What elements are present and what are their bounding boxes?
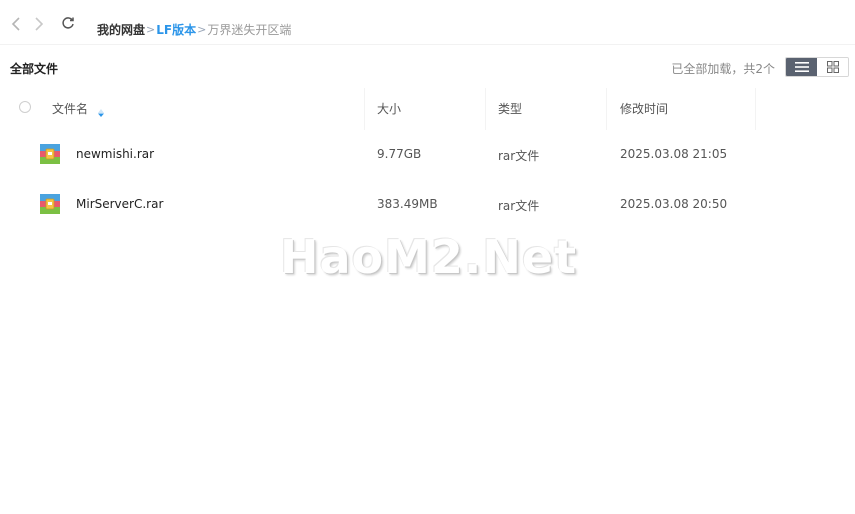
- breadcrumb-folder-lf[interactable]: LF版本: [156, 21, 196, 38]
- grid-view-icon: [826, 61, 839, 73]
- column-divider[interactable]: [755, 88, 756, 130]
- top-nav-bar: 我的网盘 > LF版本 > 万界迷失开区端: [0, 0, 855, 45]
- breadcrumb-separator: >: [146, 22, 156, 36]
- load-status-text: 已全部加载，共2个: [671, 62, 775, 76]
- table-row[interactable]: MirServerC.rar 383.49MB rar文件 2025.03.08…: [0, 180, 855, 230]
- file-toolbar: 全部文件 已全部加载，共2个: [0, 50, 855, 86]
- list-view-icon: [794, 62, 809, 72]
- breadcrumb-current: 万界迷失开区端: [207, 22, 292, 37]
- breadcrumb-root[interactable]: 我的网盘: [97, 21, 145, 38]
- file-modified-time: 2025.03.08 21:05: [620, 147, 728, 161]
- column-divider[interactable]: [606, 88, 607, 130]
- column-divider[interactable]: [485, 88, 486, 130]
- breadcrumb-separator: >: [197, 22, 207, 36]
- netdisk-file-list-page: 我的网盘 > LF版本 > 万界迷失开区端 全部文件 已全部加载，共2个 文件名…: [0, 0, 855, 514]
- file-type: rar文件: [498, 149, 540, 163]
- rar-archive-icon: [39, 193, 61, 215]
- rar-archive-icon: [39, 143, 61, 165]
- table-row[interactable]: newmishi.rar 9.77GB rar文件 2025.03.08 21:…: [0, 130, 855, 180]
- chevron-right-icon[interactable]: [33, 17, 45, 31]
- view-mode-toggle: [785, 57, 849, 77]
- file-table-header: 文件名 大小 类型 修改时间: [0, 88, 855, 130]
- file-name[interactable]: newmishi.rar: [76, 147, 154, 161]
- file-name[interactable]: MirServerC.rar: [76, 197, 163, 211]
- breadcrumb: 我的网盘 > LF版本 > 万界迷失开区端: [97, 20, 291, 38]
- column-header-size[interactable]: 大小: [377, 100, 401, 117]
- sort-arrow-icon[interactable]: [97, 103, 105, 122]
- file-modified-time: 2025.03.08 20:50: [620, 197, 728, 211]
- column-header-name[interactable]: 文件名: [52, 100, 88, 117]
- column-header-modified[interactable]: 修改时间: [620, 100, 668, 117]
- watermark-text: HaoM2.Net: [280, 230, 578, 284]
- chevron-left-icon[interactable]: [10, 17, 22, 31]
- file-size: 383.49MB: [377, 197, 438, 211]
- column-header-type[interactable]: 类型: [498, 100, 522, 117]
- file-size: 9.77GB: [377, 147, 422, 161]
- select-all-checkbox[interactable]: [19, 101, 31, 113]
- list-view-button[interactable]: [786, 58, 817, 76]
- column-divider[interactable]: [364, 88, 365, 130]
- file-type: rar文件: [498, 199, 540, 213]
- all-files-title: 全部文件: [10, 62, 59, 76]
- refresh-icon[interactable]: [60, 15, 76, 31]
- grid-view-button[interactable]: [817, 58, 848, 76]
